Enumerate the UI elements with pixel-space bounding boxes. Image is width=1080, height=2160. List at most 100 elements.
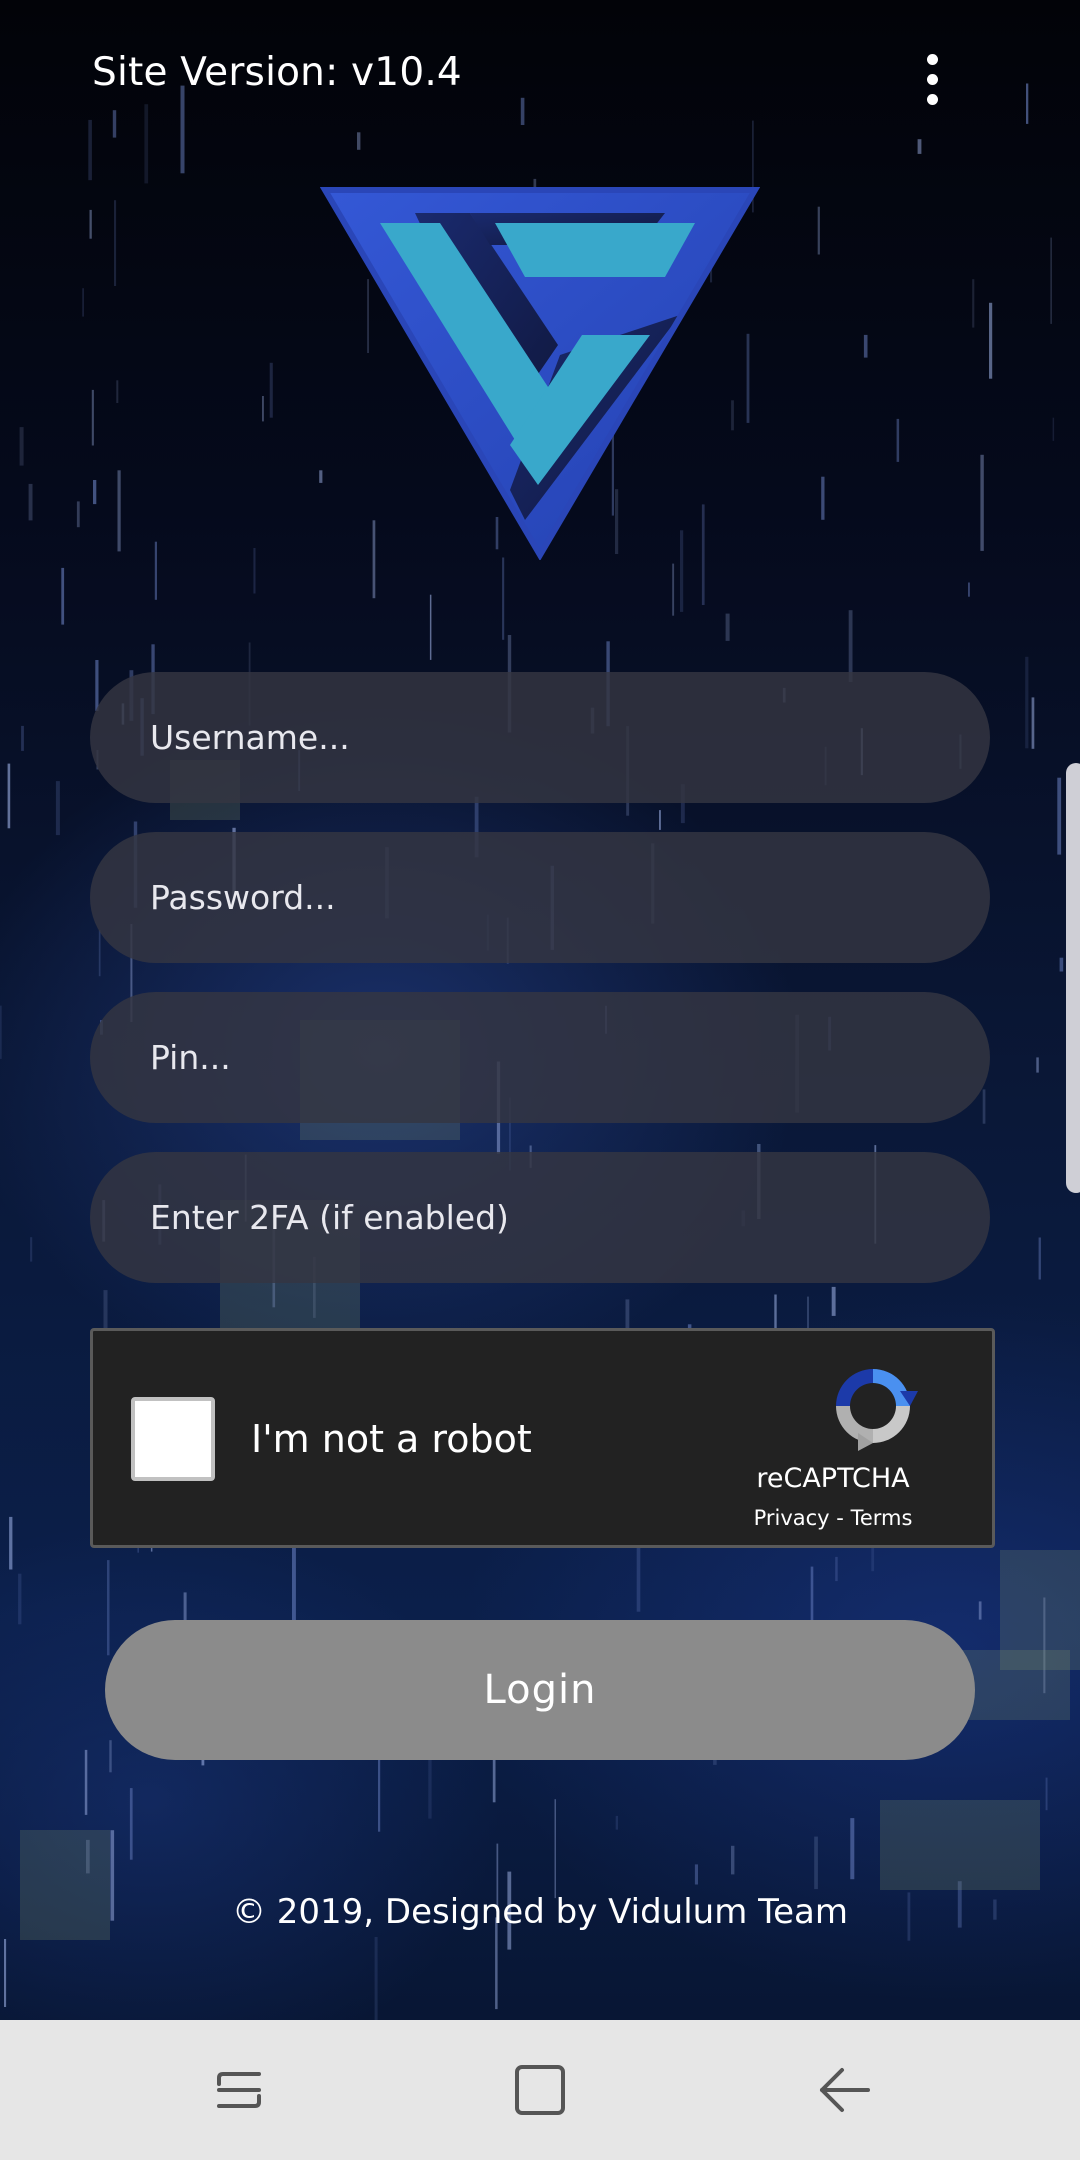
background-block <box>880 1800 1040 1890</box>
recaptcha-brand: reCAPTCHA <box>756 1463 910 1494</box>
light-streak <box>502 557 505 640</box>
light-streak <box>55 781 60 836</box>
light-streak <box>114 200 117 286</box>
vidulum-logo <box>320 187 760 560</box>
light-streak <box>154 541 157 600</box>
light-streak <box>774 1294 777 1331</box>
more-vert-icon[interactable] <box>920 50 944 110</box>
light-streak <box>76 501 80 528</box>
light-streak <box>180 85 185 174</box>
login-screen: Site Version: v10.4 Username... Enter 2F… <box>0 0 1080 2160</box>
light-streak <box>659 810 661 830</box>
twofa-field[interactable] <box>90 1152 990 1283</box>
light-streak <box>731 1845 735 1875</box>
light-streak <box>980 454 984 551</box>
light-streak <box>28 483 33 521</box>
light-streak <box>89 209 92 239</box>
light-streak <box>615 1815 618 1830</box>
light-streak <box>1057 777 1062 855</box>
light-streak <box>1050 237 1052 324</box>
light-streak <box>972 279 975 328</box>
light-streak <box>850 1818 855 1880</box>
light-streak <box>374 1937 378 2020</box>
light-streak <box>95 660 99 711</box>
back-icon[interactable] <box>812 2058 876 2122</box>
twofa-input[interactable] <box>148 1197 932 1238</box>
recaptcha-terms-link[interactable]: Terms <box>851 1506 913 1530</box>
light-streak <box>968 582 970 597</box>
light-streak <box>18 1573 22 1625</box>
light-streak <box>88 119 92 181</box>
light-streak <box>978 1601 982 1620</box>
light-streak <box>672 563 675 616</box>
light-streak <box>989 302 993 379</box>
light-streak <box>1045 1777 1048 1811</box>
footer-copyright: © 2019, Designed by Vidulum Team <box>231 1892 849 1932</box>
light-streak <box>107 1560 110 1656</box>
light-streak <box>4 1939 7 2007</box>
light-streak <box>7 763 11 829</box>
light-streak <box>117 470 121 552</box>
light-streak <box>30 1237 33 1262</box>
home-icon[interactable] <box>508 2058 572 2122</box>
light-streak <box>116 380 119 403</box>
light-streak <box>82 288 84 317</box>
light-streak <box>21 725 24 751</box>
light-streak <box>129 1788 133 1860</box>
light-streak <box>554 1799 556 1899</box>
light-streak <box>429 594 432 660</box>
light-streak <box>896 418 900 462</box>
site-version-label: Site Version: v10.4 <box>92 50 462 95</box>
light-streak <box>91 389 94 446</box>
username-input[interactable] <box>148 717 932 758</box>
recaptcha-icon <box>836 1369 918 1451</box>
light-streak <box>725 613 730 641</box>
light-streak <box>1038 1237 1041 1280</box>
light-streak <box>520 97 525 125</box>
light-streak <box>144 104 149 184</box>
password-field[interactable] <box>90 832 990 963</box>
light-streak <box>357 132 361 150</box>
light-streak <box>863 334 868 358</box>
recaptcha-privacy-link[interactable]: Privacy <box>754 1506 830 1530</box>
recent-apps-icon[interactable] <box>207 2058 271 2122</box>
light-streak <box>694 1864 698 1885</box>
light-streak <box>831 1286 836 1316</box>
light-streak <box>378 1752 381 1832</box>
light-streak <box>262 396 264 422</box>
light-streak <box>917 139 922 154</box>
password-input[interactable] <box>148 877 932 918</box>
light-streak <box>1059 957 1064 972</box>
light-streak <box>84 1749 88 1815</box>
light-streak <box>1025 656 1029 749</box>
light-streak <box>98 930 101 977</box>
recaptcha-link-separator: - <box>829 1506 851 1530</box>
pin-field[interactable] <box>90 992 990 1123</box>
light-streak <box>9 1516 13 1570</box>
light-streak <box>1026 83 1029 124</box>
system-navigation-bar <box>0 2020 1080 2160</box>
light-streak <box>93 480 97 505</box>
pin-input[interactable] <box>148 1037 932 1078</box>
light-streak <box>821 476 825 520</box>
light-streak <box>292 1536 296 1626</box>
recaptcha-checkbox[interactable] <box>131 1397 215 1481</box>
light-streak <box>253 548 256 594</box>
light-streak <box>61 567 65 625</box>
light-streak <box>1036 1057 1039 1073</box>
background-block <box>1000 1550 1080 1670</box>
light-streak <box>814 1836 818 1890</box>
recaptcha-widget: I'm not a robot reCAPTCHA Privacy - Term… <box>90 1328 995 1548</box>
light-streak <box>810 1566 814 1624</box>
username-field[interactable] <box>90 672 990 803</box>
login-button[interactable]: Login <box>105 1620 975 1760</box>
edge-panel-handle[interactable] <box>1066 763 1080 1193</box>
recaptcha-links: Privacy - Terms <box>693 1506 973 1530</box>
light-streak <box>112 110 117 138</box>
light-streak <box>269 362 273 418</box>
light-streak <box>19 427 24 466</box>
light-streak <box>835 1556 838 1582</box>
light-streak <box>1031 697 1035 749</box>
light-streak <box>109 1740 112 1773</box>
light-streak <box>817 206 820 255</box>
